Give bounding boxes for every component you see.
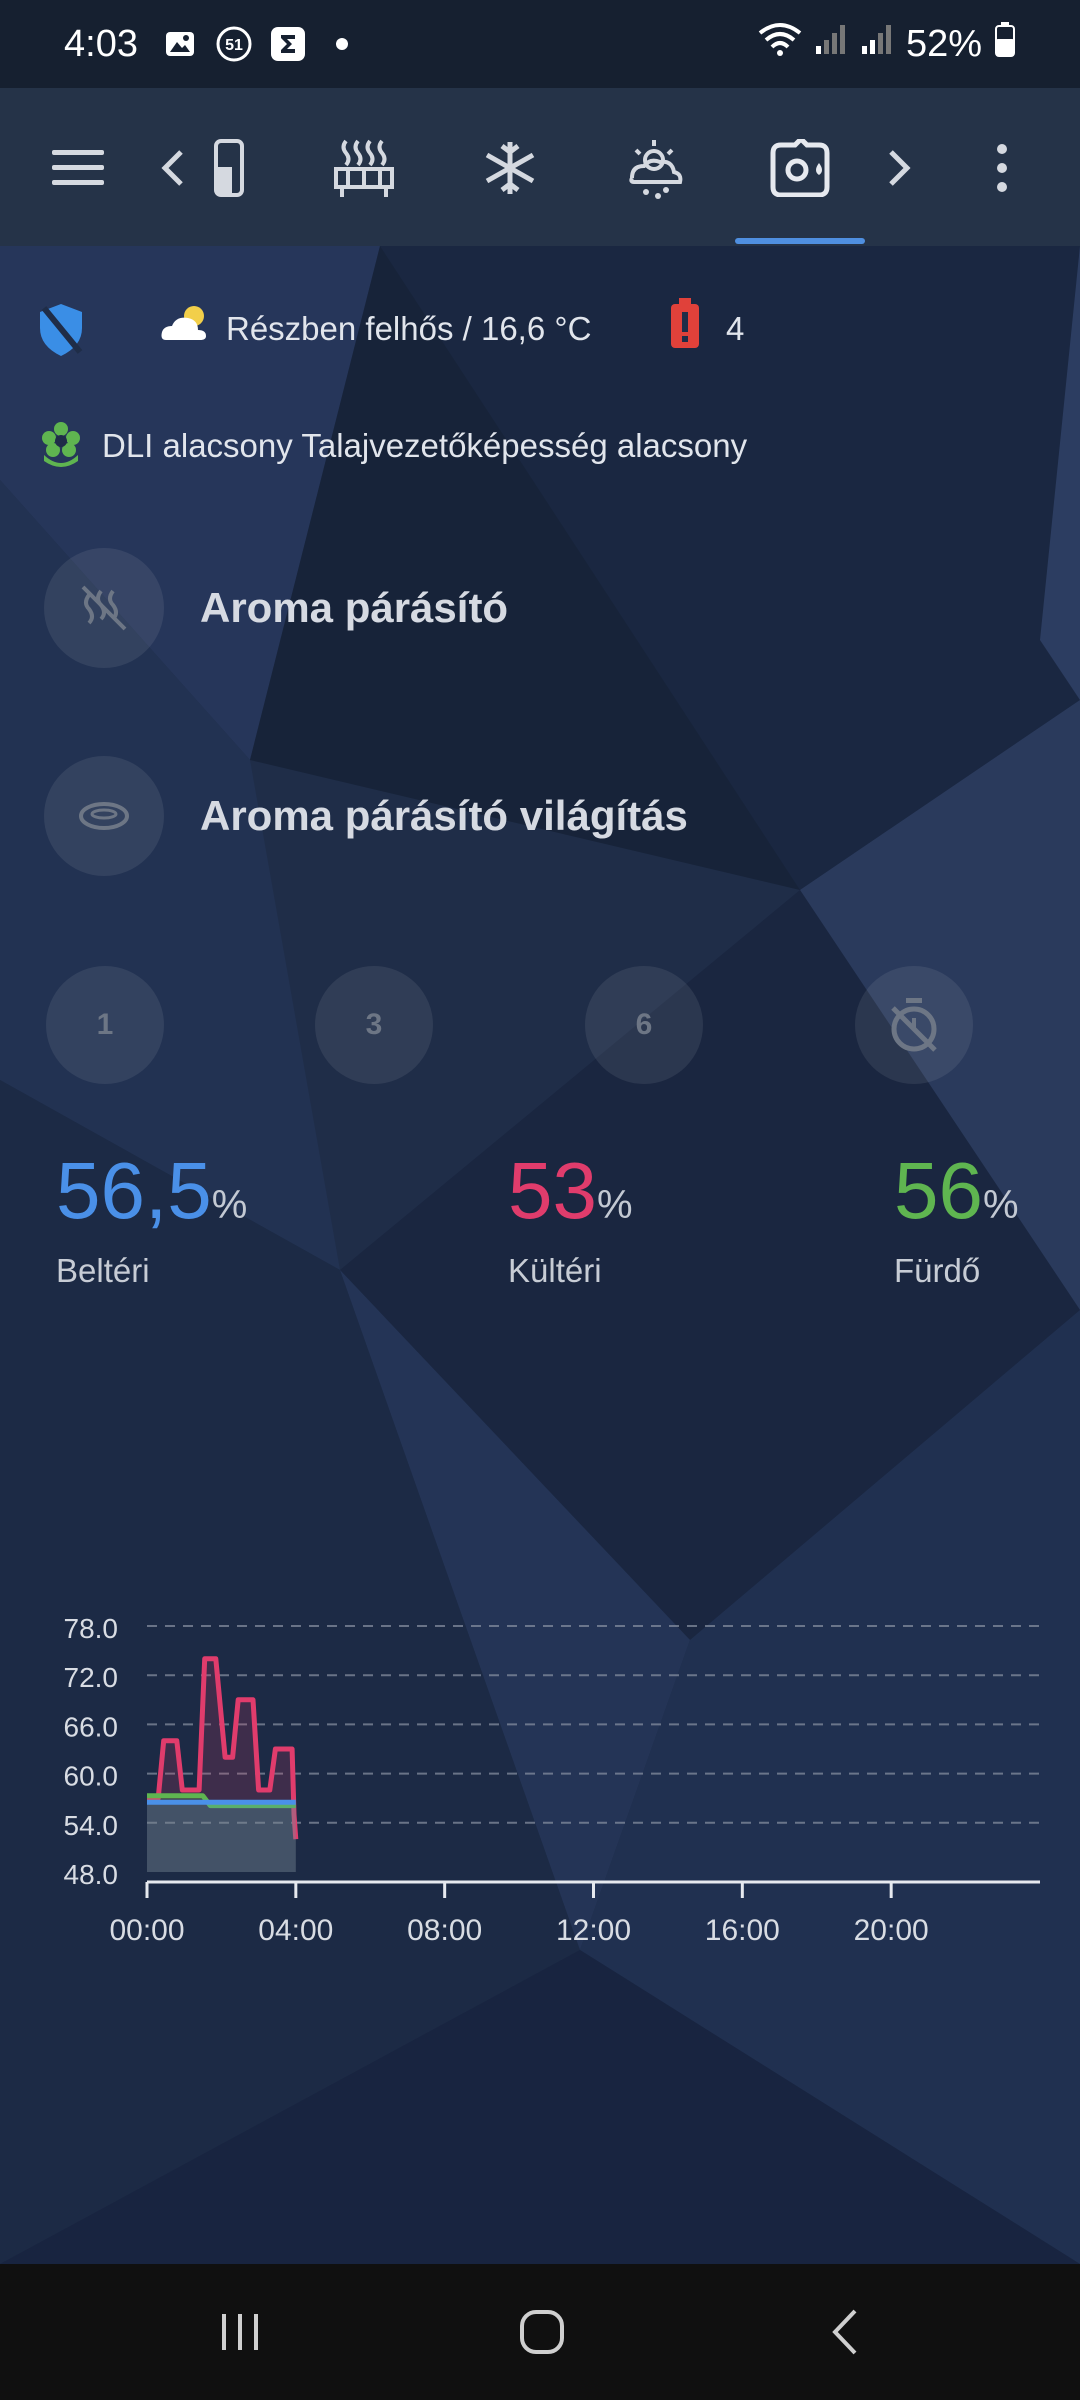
battery-alert-icon[interactable]	[668, 296, 702, 357]
entity-name: Aroma párásító	[200, 584, 509, 631]
sigma-app-icon	[268, 24, 308, 64]
status-bar: 4:03 51 52%	[0, 0, 1080, 88]
entity-name: Aroma párásító világítás	[200, 792, 688, 839]
humidity-chart[interactable]: 78.0 72.0 66.0 60.0 54.0 48.0 00:00 04:00 08:00 1…	[0, 1346, 1080, 1946]
recents-icon[interactable]	[200, 2292, 280, 2372]
device-icon[interactable]	[196, 128, 256, 208]
humidifier-off-icon	[81, 585, 127, 631]
notification-badge-icon: 51	[214, 24, 254, 64]
weather-icon[interactable]	[614, 128, 694, 208]
x-tick-label: 04:00	[258, 1914, 333, 1946]
x-tick-label: 00:00	[109, 1914, 184, 1946]
status-time: 4:03	[64, 22, 138, 65]
battery-alert-count: 4	[726, 310, 745, 347]
series-area-2	[147, 1802, 296, 1872]
shield-icon[interactable]	[36, 302, 86, 363]
flower-icon	[40, 421, 82, 472]
info-row: Részben felhős / 16,6 °C 4	[0, 296, 1080, 366]
signal-2-icon	[860, 22, 894, 66]
battery-icon	[994, 21, 1016, 67]
entity-icon-button[interactable]	[44, 756, 164, 876]
partly-cloudy-icon	[160, 302, 210, 351]
snowflake-icon[interactable]	[470, 128, 550, 208]
signal-1-icon	[814, 22, 848, 66]
entity-aroma-humidifier[interactable]: Aroma párásító	[44, 548, 508, 668]
ceiling-light-icon	[79, 802, 129, 830]
sensor-label: Beltéri	[56, 1252, 150, 1289]
menu-icon[interactable]	[38, 128, 118, 208]
y-tick-label: 48.0	[64, 1859, 119, 1890]
plant-alert-row[interactable]: DLI alacsony Talajvezetőképesség alacson…	[40, 416, 747, 476]
x-tick-label: 12:00	[556, 1914, 631, 1946]
sensor-value: 56	[894, 1146, 983, 1235]
more-icon[interactable]	[962, 128, 1042, 208]
active-tab-indicator	[735, 238, 865, 244]
system-nav-bar	[0, 2264, 1080, 2400]
sensor-label: Kültéri	[508, 1252, 602, 1289]
sensor-indoor[interactable]: 56,5% Beltéri	[56, 1146, 247, 1290]
sensor-unit: %	[211, 1183, 248, 1227]
sensor-value: 53	[508, 1146, 597, 1235]
entity-icon-button[interactable]	[44, 548, 164, 668]
x-tick-label: 08:00	[407, 1914, 482, 1946]
home-icon[interactable]	[502, 2292, 582, 2372]
notification-badge-text: 51	[225, 37, 243, 54]
sensor-bathroom[interactable]: 56% Fürdő	[894, 1146, 1019, 1290]
dot-icon	[322, 24, 362, 64]
timer-button-6[interactable]: 6	[585, 966, 703, 1084]
plant-alert-text: DLI alacsony Talajvezetőképesség alacson…	[102, 427, 748, 464]
sensor-value: 56,5	[56, 1146, 212, 1235]
timer-button-3[interactable]: 3	[315, 966, 433, 1084]
next-icon[interactable]	[880, 128, 920, 208]
y-tick-label: 54.0	[64, 1810, 119, 1841]
heater-icon[interactable]	[324, 128, 404, 208]
timer-button-1[interactable]: 1	[46, 966, 164, 1084]
back-icon[interactable]	[805, 2292, 885, 2372]
humidifier-icon[interactable]	[760, 128, 840, 208]
wifi-icon	[758, 21, 802, 67]
battery-percent: 52%	[905, 22, 982, 65]
sensor-outdoor[interactable]: 53% Kültéri	[508, 1146, 633, 1290]
y-tick-label: 66.0	[64, 1711, 119, 1742]
sensor-unit: %	[982, 1183, 1019, 1227]
y-tick-label: 78.0	[64, 1613, 119, 1644]
sensor-label: Fürdő	[894, 1252, 981, 1289]
sensor-unit: %	[596, 1183, 633, 1227]
entity-aroma-light[interactable]: Aroma párásító világítás	[44, 756, 688, 876]
top-toolbar	[0, 88, 1080, 246]
weather-text[interactable]: Részben felhős / 16,6 °C	[226, 310, 591, 348]
timer-off-button[interactable]	[855, 966, 973, 1084]
gallery-icon	[160, 24, 200, 64]
x-tick-label: 16:00	[705, 1914, 780, 1946]
timer-off-icon	[891, 998, 937, 1052]
prev-icon[interactable]	[152, 128, 192, 208]
x-tick-label: 20:00	[854, 1914, 929, 1946]
y-tick-label: 72.0	[64, 1662, 119, 1693]
y-tick-label: 60.0	[64, 1761, 119, 1792]
